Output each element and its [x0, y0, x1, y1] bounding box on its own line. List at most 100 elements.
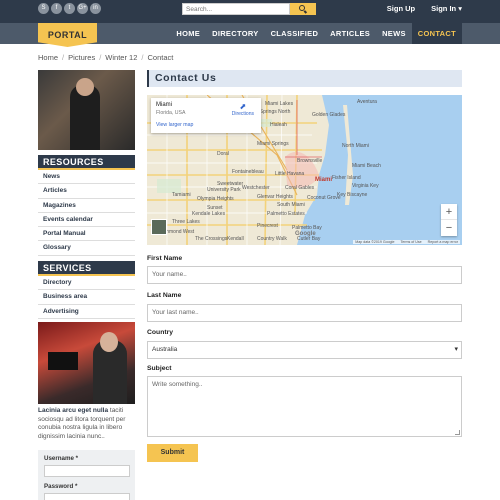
sidebar-item-business-area[interactable]: Business area [38, 290, 135, 305]
map-label: Kendall [227, 236, 244, 242]
linkedin-icon[interactable]: in [90, 3, 101, 14]
resize-grip-icon[interactable] [455, 430, 460, 435]
breadcrumb: Home / Pictures / Winter 12 / Contact [38, 53, 173, 62]
account-links: Sign Up Sign In ▾ [387, 4, 462, 13]
breadcrumb-winter[interactable]: Winter 12 [105, 53, 137, 62]
map-label: Westchester [242, 185, 270, 191]
username-field[interactable] [44, 465, 130, 477]
sidebar-photo-speaker [38, 70, 135, 150]
subject-label: Subject [147, 365, 172, 372]
map-label: Kendale Lakes [192, 211, 226, 217]
last-name-field[interactable]: Your last name.. [147, 304, 462, 322]
map-label: University Park [207, 187, 241, 193]
sidebar-promo-text: Lacinia arcu eget nulla taciti sociosqu … [38, 407, 135, 442]
password-field[interactable] [44, 493, 130, 500]
sidebar-item-articles[interactable]: Articles [38, 184, 135, 199]
resources-heading: RESOURCES [38, 155, 135, 170]
portal-logo[interactable]: PORTAL [38, 23, 97, 47]
embedded-map[interactable]: Hialeah Miami North Miami Miami Beach Mi… [147, 95, 462, 245]
sidebar-item-events-calendar[interactable]: Events calendar [38, 213, 135, 228]
map-label: Hialeah [270, 122, 287, 128]
submit-button[interactable]: Submit [147, 444, 198, 462]
sidebar-item-news[interactable]: News [38, 170, 135, 185]
map-label: North Miami [342, 143, 369, 149]
nav-directory[interactable]: DIRECTORY [206, 23, 264, 44]
google-plus-icon[interactable]: G+ [77, 3, 88, 14]
map-report-link[interactable]: Report a map error [428, 240, 458, 244]
search-form [182, 3, 316, 15]
sidebar-item-portal-manual[interactable]: Portal Manual [38, 227, 135, 242]
username-label: Username * [44, 455, 79, 462]
map-info-card: Miami Florida, USA View larger map ⬈ Dir… [151, 98, 261, 133]
login-box: Username * Password * [38, 450, 135, 500]
signup-link[interactable]: Sign Up [387, 4, 415, 13]
sidebar-promo-bold: Lacinia arcu eget nulla [38, 407, 109, 414]
map-label: Fontainebleau [232, 169, 264, 175]
first-name-field[interactable]: Your name.. [147, 266, 462, 284]
nav-home[interactable]: HOME [170, 23, 206, 44]
map-label: Coral Gables [285, 185, 315, 191]
nav-news[interactable]: NEWS [376, 23, 412, 44]
map-footer: Map data ©2019 Google Terms of Use Repor… [353, 240, 460, 244]
facebook-icon[interactable]: f [51, 3, 62, 14]
map-label: Doral [217, 151, 229, 157]
breadcrumb-pictures[interactable]: Pictures [68, 53, 95, 62]
map-label: Fisher Island [332, 175, 361, 181]
map-label: Country Walk [257, 236, 287, 242]
breadcrumb-separator: / [62, 53, 65, 62]
zoom-out-button[interactable]: − [441, 220, 457, 236]
sidebar-item-magazines[interactable]: Magazines [38, 199, 135, 213]
nav-classified[interactable]: CLASSIFIED [265, 23, 325, 44]
view-larger-map-link[interactable]: View larger map [156, 122, 256, 128]
map-satellite-toggle[interactable] [151, 219, 167, 235]
directions-label: Directions [231, 111, 254, 117]
resources-list: News Articles Magazines Events calendar … [38, 170, 135, 256]
twitter-icon[interactable]: t [64, 3, 75, 14]
sidebar-item-advertising[interactable]: Advertising [38, 305, 135, 319]
map-label: Olympia Heights [197, 196, 234, 202]
skype-icon[interactable]: S [38, 3, 49, 14]
google-logo: Google [295, 231, 316, 237]
zoom-in-button[interactable]: + [441, 204, 457, 220]
map-label: Three Lakes [172, 219, 200, 225]
social-icons: S f t G+ in [38, 3, 101, 14]
directions-link[interactable]: ⬈ Directions [231, 103, 254, 118]
map-label: Miami Beach [352, 163, 381, 169]
subject-placeholder: Write something.. [152, 381, 203, 388]
password-label: Password * [44, 483, 78, 490]
map-zoom-controls: + − [441, 204, 457, 236]
map-label: Glenvar Heights [257, 194, 293, 200]
map-label: Little Havana [275, 171, 305, 177]
nav-contact[interactable]: CONTACT [411, 23, 462, 44]
map-label: Pinecrest [257, 223, 278, 229]
services-heading: SERVICES [38, 261, 135, 276]
map-terms-link[interactable]: Terms of Use [400, 240, 421, 244]
sidebar-photo-press [38, 322, 135, 404]
map-label: Palmetto Estates [267, 211, 305, 217]
search-input[interactable] [182, 3, 290, 15]
top-bar: S f t G+ in Sign Up Sign In ▾ [0, 0, 500, 23]
map-label: The Crossings [195, 236, 228, 242]
country-select[interactable]: Australia [147, 341, 462, 359]
map-label: Brownsville [297, 158, 323, 164]
breadcrumb-separator: / [141, 53, 144, 62]
map-label: Tamiami [172, 192, 191, 198]
map-label: Virginia Key [352, 183, 379, 189]
map-label: South Miami [277, 202, 305, 208]
signin-dropdown[interactable]: Sign In ▾ [431, 4, 462, 13]
map-label: Miami Springs [257, 141, 289, 147]
first-name-label: First Name [147, 255, 183, 262]
map-label: Key Biscayne [337, 192, 368, 198]
sidebar-item-directory[interactable]: Directory [38, 276, 135, 291]
subject-textarea[interactable]: Write something.. [147, 376, 462, 437]
map-label: Miami [315, 177, 333, 183]
country-label: Country [147, 329, 174, 336]
search-button[interactable] [290, 3, 316, 15]
breadcrumb-current: Contact [147, 53, 174, 62]
sidebar-item-glossary[interactable]: Glossary [38, 241, 135, 256]
map-label: Golden Glades [312, 112, 346, 118]
map-label: Aventura [357, 99, 377, 105]
breadcrumb-separator: / [99, 53, 102, 62]
breadcrumb-home[interactable]: Home [38, 53, 58, 62]
nav-articles[interactable]: ARTICLES [324, 23, 376, 44]
